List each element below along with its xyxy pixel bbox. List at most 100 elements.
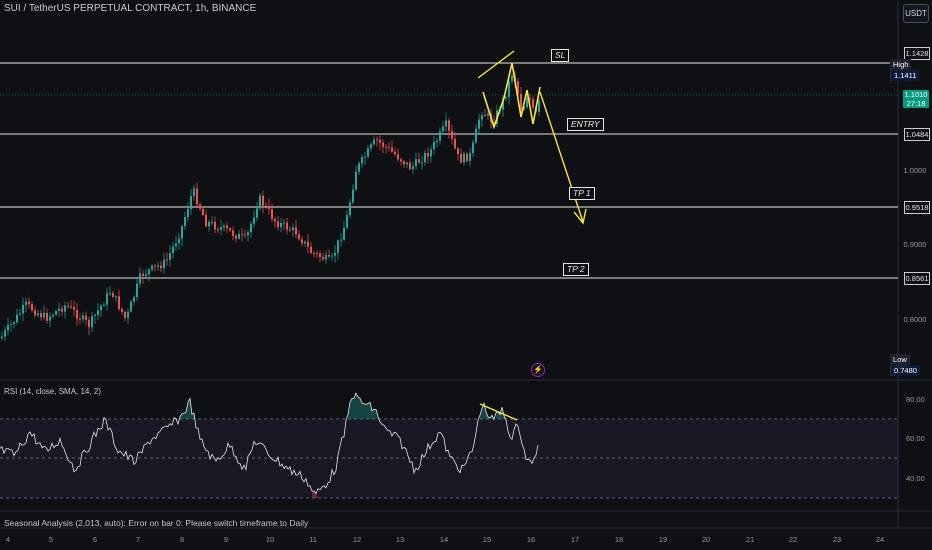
rsi-band [0, 419, 898, 498]
candle-body [157, 265, 159, 267]
candle-body [103, 304, 105, 306]
candle-body [325, 255, 327, 260]
candle-body [208, 222, 210, 227]
candle-body [115, 296, 117, 298]
candle-body [166, 259, 168, 261]
candle-body [121, 308, 123, 312]
candle-body [265, 205, 267, 207]
candle-body [241, 234, 243, 236]
candle-body [196, 188, 198, 205]
candle-body [478, 119, 480, 129]
candle-body [466, 153, 468, 162]
candle-body [97, 310, 99, 315]
candle-body [58, 308, 60, 312]
candle-body [55, 311, 57, 315]
candle-body [73, 306, 75, 310]
candle-body [262, 195, 264, 206]
candle-body [538, 100, 540, 113]
currency-button[interactable]: USDT [903, 4, 929, 23]
candle-body [199, 204, 201, 209]
candle-body [352, 189, 354, 203]
candle-body [211, 221, 213, 223]
high-label: High [890, 59, 912, 70]
candle-body [268, 205, 270, 210]
candle-body [112, 293, 114, 297]
rsi-indicator-title[interactable]: RSI (14, close, SMA, 14, 2) [4, 387, 101, 396]
candle-body [244, 234, 246, 236]
candle-body [145, 274, 147, 277]
candle-body [70, 306, 72, 308]
candle-body [106, 293, 108, 305]
candle-body [232, 230, 234, 236]
candle-body [187, 208, 189, 218]
candle-body [526, 97, 528, 108]
candle-body [205, 214, 207, 227]
sl-annotation[interactable]: SL [551, 49, 570, 62]
candle-body [469, 152, 471, 162]
candle-body [508, 81, 510, 97]
time-axis-label: 24 [875, 535, 885, 544]
high-value: 1.1411 [890, 70, 920, 81]
candle-body [229, 228, 231, 231]
candle-body [85, 315, 87, 320]
candle-body [364, 156, 366, 158]
candle-body [304, 241, 306, 244]
candle-body [193, 188, 195, 197]
candle-body [370, 144, 372, 149]
candle-body [367, 148, 369, 157]
candle-body [382, 142, 384, 147]
candle-body [202, 208, 204, 215]
candle-body [250, 223, 252, 233]
candle-body [256, 208, 258, 218]
candle-body [76, 309, 78, 319]
candle-body [484, 115, 486, 117]
candle-body [19, 313, 21, 315]
candle-body [172, 246, 174, 254]
candle-body [445, 120, 447, 127]
candle-body [28, 301, 30, 305]
candle-body [433, 142, 435, 150]
tp2-annotation[interactable]: TP 2 [563, 263, 589, 276]
candle-body [31, 304, 33, 311]
candle-body [397, 154, 399, 160]
candle-body [409, 162, 411, 170]
candle-body [13, 322, 15, 324]
candle-body [184, 217, 186, 227]
candle-body [178, 238, 180, 244]
price-tick: 0.8000 [903, 315, 927, 324]
chart-canvas[interactable] [0, 0, 932, 550]
time-axis-label: 20 [701, 535, 711, 544]
candle-body [355, 171, 357, 190]
candle-body [520, 93, 522, 110]
candle-body [67, 305, 69, 307]
candle-body [154, 265, 156, 267]
candle-body [274, 218, 276, 222]
lightning-bolt-icon[interactable]: ⚡ [531, 363, 545, 377]
candle-body [40, 313, 42, 318]
current-price-tag: 1.1010 27:18 [903, 90, 929, 108]
candle-body [349, 202, 351, 216]
candle-body [340, 239, 342, 241]
time-axis-label: 5 [48, 535, 54, 544]
candle-body [295, 227, 297, 235]
candle-body [163, 259, 165, 269]
candle-body [475, 128, 477, 143]
time-axis-label: 17 [570, 535, 580, 544]
candle-body [439, 131, 441, 141]
candle-body [310, 246, 312, 254]
time-axis-label: 13 [395, 535, 405, 544]
symbol-title[interactable]: SUI / TetherUS PERPETUAL CONTRACT, 1h, B… [4, 3, 256, 14]
candle-body [271, 209, 273, 219]
candle-body [64, 305, 66, 312]
seasonal-analysis-message[interactable]: Seasonal Analysis (2,013, auto): Error o… [4, 518, 308, 528]
candle-body [130, 301, 132, 312]
high-price-tag: High1.1411 [890, 59, 932, 81]
entry-annotation[interactable]: ENTRY [567, 118, 604, 131]
time-axis-label: 23 [832, 535, 842, 544]
candle-body [289, 229, 291, 231]
candle-body [181, 226, 183, 239]
time-axis-label: 4 [5, 535, 11, 544]
tp1-annotation[interactable]: TP 1 [569, 187, 595, 200]
bar-countdown: 27:18 [906, 99, 926, 108]
rsi-overbought-fill [104, 393, 506, 419]
